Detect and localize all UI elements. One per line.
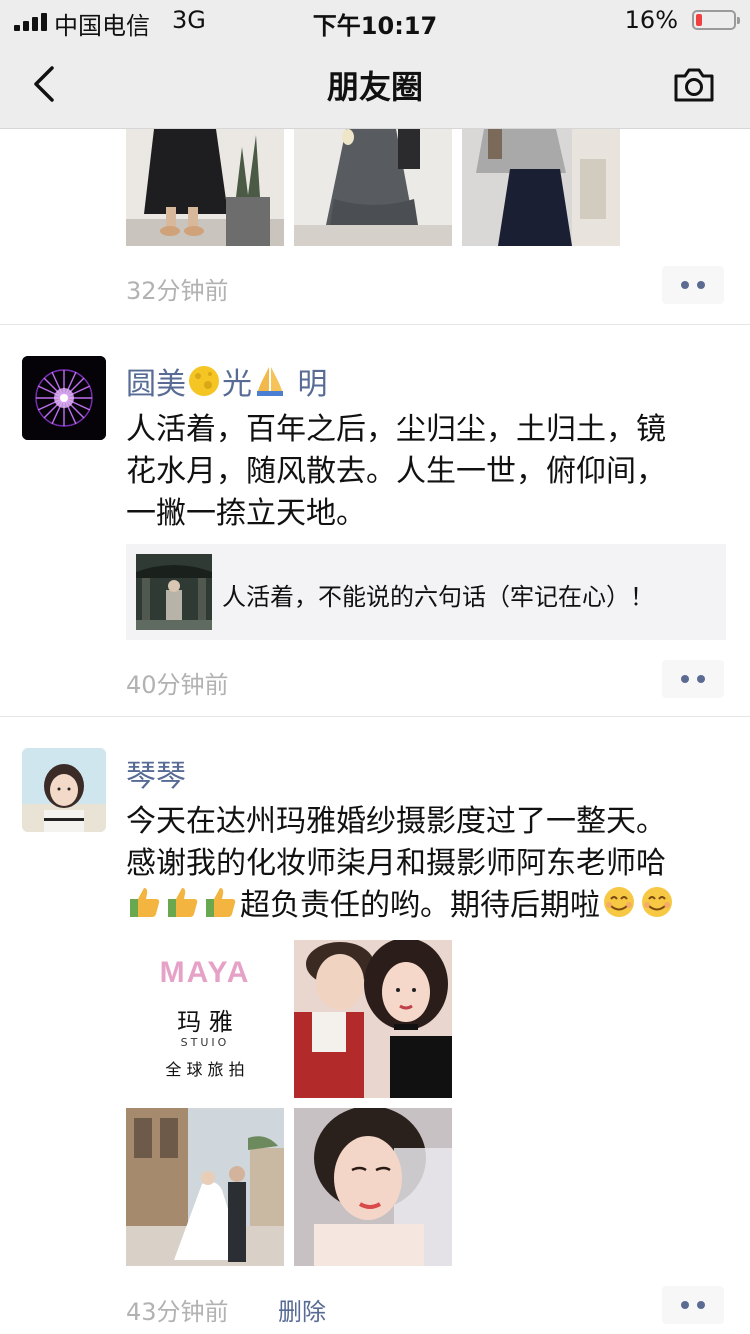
post-text-line: 人活着，百年之后，尘归尘，土归土，镜 [126,412,666,447]
post-text-line: 花水月，随风散去。人生一世，俯仰间， [126,454,666,489]
post-text: 今天在达州玛雅婚纱摄影度过了一整天。 感谢我的化妆师柒月和摄影师阿东老师哈 超负… [126,801,676,931]
thumbs-up-emoji [164,885,202,931]
thumbs-up-emoji [126,885,164,931]
nav-bar: 朋友圈 [0,40,750,129]
post-text-line: 今天在达州玛雅婚纱摄影度过了一整天。 [126,804,666,839]
post-time: 43分钟前 [126,1298,229,1326]
battery-icon [692,10,740,30]
wedding-couple-photo[interactable] [126,1108,284,1266]
author-name-part: 光 [222,367,252,402]
status-bar: 中国电信 3G 下午10:17 16% [0,0,750,40]
article-thumbnail [136,554,212,630]
more-actions-button[interactable] [662,266,724,304]
battery-level [696,14,702,26]
moon-emoji [186,364,222,406]
studio-brand: MAYA [159,956,251,989]
avatar[interactable] [22,748,106,832]
divider [0,716,750,717]
post-author[interactable]: 琴琴 [126,751,186,795]
post-text-line: 超负责任的哟。期待后期啦 [126,885,676,931]
page-title: 朋友圈 [326,68,423,106]
post-time: 32分钟前 [126,277,229,305]
smile-emoji [600,885,638,931]
post-author[interactable]: 圆美 光 明 [126,359,328,406]
smile-emoji [638,885,676,931]
post-time: 40分钟前 [126,671,229,699]
bride-portrait-photo[interactable] [294,1108,452,1266]
delete-post-link[interactable]: 删除 [278,1292,326,1327]
camera-icon[interactable] [672,64,716,104]
author-name-part: 圆美 [126,367,186,402]
studio-sub: STUIO [180,1036,230,1049]
praying-hands-emoji [252,364,288,406]
more-actions-button[interactable] [662,660,724,698]
author-name-part: 明 [297,367,328,402]
moment-post: 32分钟前 [0,129,750,325]
cardigan-skirt-photo[interactable] [462,129,620,246]
post-text-line: 一撇一捺立天地。 [126,496,366,531]
post-text: 人活着，百年之后，尘归尘，土归土，镜 花水月，随风散去。人生一世，俯仰间， 一撇… [126,409,666,535]
post-text-line: 感谢我的化妆师柒月和摄影师阿东老师哈 [126,846,666,881]
studio-name: 玛 雅 [177,1008,233,1036]
couple-selfie-photo[interactable] [294,940,452,1098]
grey-dress-photo[interactable] [294,129,452,246]
maya-studio-logo[interactable]: MAYA 玛 雅 STUIO 全 球 旅 拍 [126,940,284,1098]
thumbs-up-emoji [202,885,240,931]
black-dress-photo[interactable] [126,129,284,246]
studio-tag: 全 球 旅 拍 [165,1060,245,1079]
avatar[interactable] [22,356,106,440]
post-text-fragment: 超负责任的哟。期待后期啦 [240,888,600,923]
article-title: 人活着，不能说的六句话（牢记在心）！ [222,583,654,611]
divider [0,324,750,325]
shared-article-card[interactable]: 人活着，不能说的六句话（牢记在心）！ [126,544,726,640]
battery-percent: 16% [624,6,678,34]
more-actions-button[interactable] [662,1286,724,1324]
